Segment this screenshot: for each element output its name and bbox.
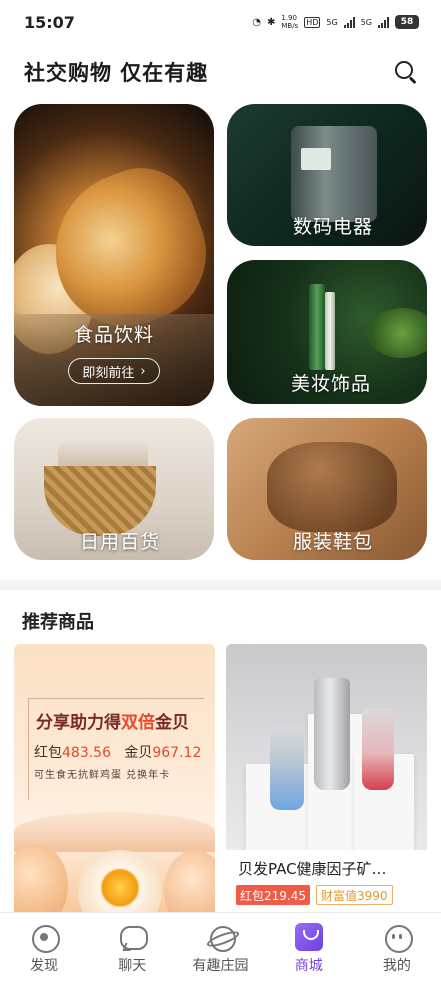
promo-card[interactable]: 分享助力得双倍金贝 红包483.56 金贝967.12 可生食无抗鲜鸡蛋 兑换年…: [14, 644, 215, 912]
chat-icon: [118, 923, 149, 951]
profile-icon: [383, 923, 413, 953]
product-card[interactable]: 贝发PAC健康因子矿… 红包219.45 财富值3990: [226, 644, 427, 912]
alarm-icon: ◔: [252, 16, 261, 28]
tab-label: 聊天: [118, 958, 147, 974]
category-card-fashion[interactable]: 服装鞋包: [227, 418, 427, 560]
farm-icon: [207, 923, 236, 952]
tumbler-silver-image: [314, 678, 350, 790]
category-card-beauty[interactable]: 美妆饰品: [227, 260, 427, 404]
category-card-food[interactable]: 食品饮料 即刻前往 ›: [14, 104, 214, 406]
egg-yolk-image: [78, 850, 162, 912]
tab-label: 发现: [30, 958, 59, 974]
coffee-machine-image: [291, 126, 377, 222]
promo-amounts: 红包483.56 金贝967.12: [34, 745, 202, 761]
search-icon[interactable]: [393, 59, 419, 85]
tumbler-red-image: [362, 708, 394, 790]
battery-indicator: 58: [395, 15, 419, 29]
page-header: 社交购物 仅在有趣: [0, 44, 441, 100]
category-label: 日用百货: [80, 531, 161, 553]
status-icons: ◔ ✱ 1.90 MB/s HD 5G 5G 58: [252, 14, 419, 30]
category-card-daily[interactable]: 日用百货: [14, 418, 214, 560]
tab-profile[interactable]: 我的: [353, 913, 441, 981]
tab-mall[interactable]: 商城: [265, 913, 353, 981]
status-bar: 15:07 ◔ ✱ 1.90 MB/s HD 5G 5G 58: [0, 0, 441, 44]
mall-icon: [294, 923, 323, 951]
category-label: 美妆饰品: [291, 373, 372, 395]
basket-image: [44, 466, 156, 536]
go-now-label: 即刻前往: [82, 365, 135, 381]
promo-subtitle: 可生食无抗鲜鸡蛋 兑换年卡: [34, 770, 171, 781]
category-label: 食品饮料: [73, 324, 154, 346]
category-label: 服装鞋包: [293, 531, 374, 553]
bottom-tab-bar: 发现 聊天 有趣庄园 商城 我的: [0, 912, 441, 981]
signal-5g-2: 5G: [360, 17, 372, 27]
handbag-image: [267, 442, 397, 532]
category-grid: 食品饮料 即刻前往 › 数码电器 美妆饰品 日用百货 服装鞋包: [0, 100, 441, 580]
egg-image: [14, 844, 68, 912]
tab-label: 我的: [382, 958, 411, 974]
hd-badge: HD: [304, 16, 321, 28]
signal-bars-2-icon: [378, 16, 389, 28]
egg-image: [164, 850, 215, 912]
discover-icon: [30, 923, 61, 953]
signal-bars-1-icon: [343, 16, 355, 28]
wealth-tag: 财富值3990: [316, 885, 393, 905]
promo-headline: 分享助力得双倍金贝: [36, 713, 189, 733]
section-title: 推荐商品: [22, 612, 94, 633]
product-info: 贝发PAC健康因子矿… 红包219.45 财富值3990: [226, 850, 427, 912]
recommend-section: 推荐商品 分享助力得双倍金贝 红包483.56 金贝967.12 可生食无抗鲜鸡…: [0, 590, 441, 912]
tab-label: 商城: [294, 958, 323, 974]
signal-5g-1: 5G: [326, 17, 338, 27]
product-name: 贝发PAC健康因子矿…: [238, 860, 387, 878]
go-now-button[interactable]: 即刻前往 ›: [68, 358, 160, 384]
bluetooth-icon: ✱: [266, 16, 276, 28]
net-speed: 1.90 MB/s: [281, 14, 299, 30]
redpack-tag: 红包219.45: [236, 885, 310, 905]
tab-farm[interactable]: 有趣庄园: [176, 913, 264, 981]
cosmetic-tube-image: [309, 284, 325, 370]
category-card-digital[interactable]: 数码电器: [227, 104, 427, 246]
tumbler-blue-image: [270, 726, 304, 810]
chevron-right-icon: ›: [140, 363, 146, 379]
category-label: 数码电器: [293, 216, 374, 238]
status-time: 15:07: [24, 12, 75, 32]
page-title: 社交购物 仅在有趣: [24, 61, 209, 85]
tab-discover[interactable]: 发现: [0, 913, 88, 981]
tab-label: 有趣庄园: [192, 958, 249, 974]
tab-chat[interactable]: 聊天: [88, 913, 176, 981]
